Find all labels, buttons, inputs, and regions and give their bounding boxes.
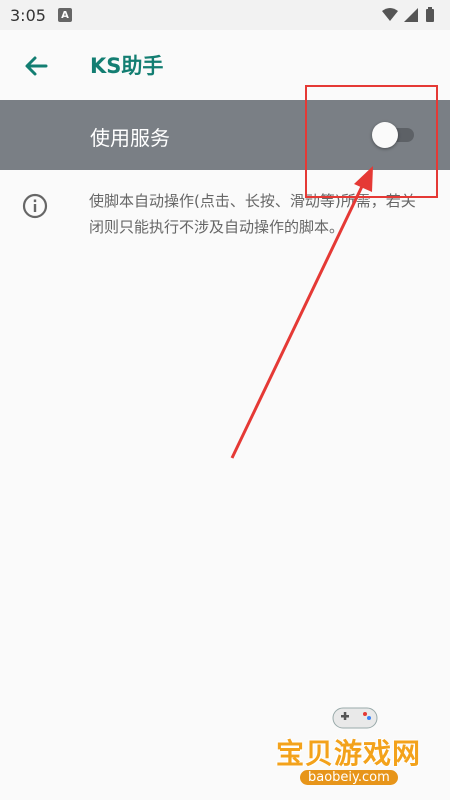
arrow-back-icon[interactable] [18, 48, 54, 84]
status-icons [380, 6, 440, 24]
info-icon [22, 193, 48, 219]
annotation-highlight-box [305, 85, 438, 198]
page-title: KS助手 [90, 54, 164, 78]
status-bar: 3:05 A [0, 0, 450, 30]
notification-a-icon: A [58, 8, 72, 22]
battery-icon [426, 7, 434, 22]
gamepad-icon [332, 707, 378, 729]
wifi-icon [382, 8, 398, 21]
main-switch-label: 使用服务 [90, 126, 170, 150]
watermark-logo: 宝贝游戏网 baobeiy.com [270, 700, 440, 795]
signal-icon [404, 8, 418, 22]
watermark-url: baobeiy.com [300, 770, 398, 785]
watermark-title: 宝贝游戏网 [276, 737, 422, 770]
status-time: 3:05 [10, 6, 46, 25]
